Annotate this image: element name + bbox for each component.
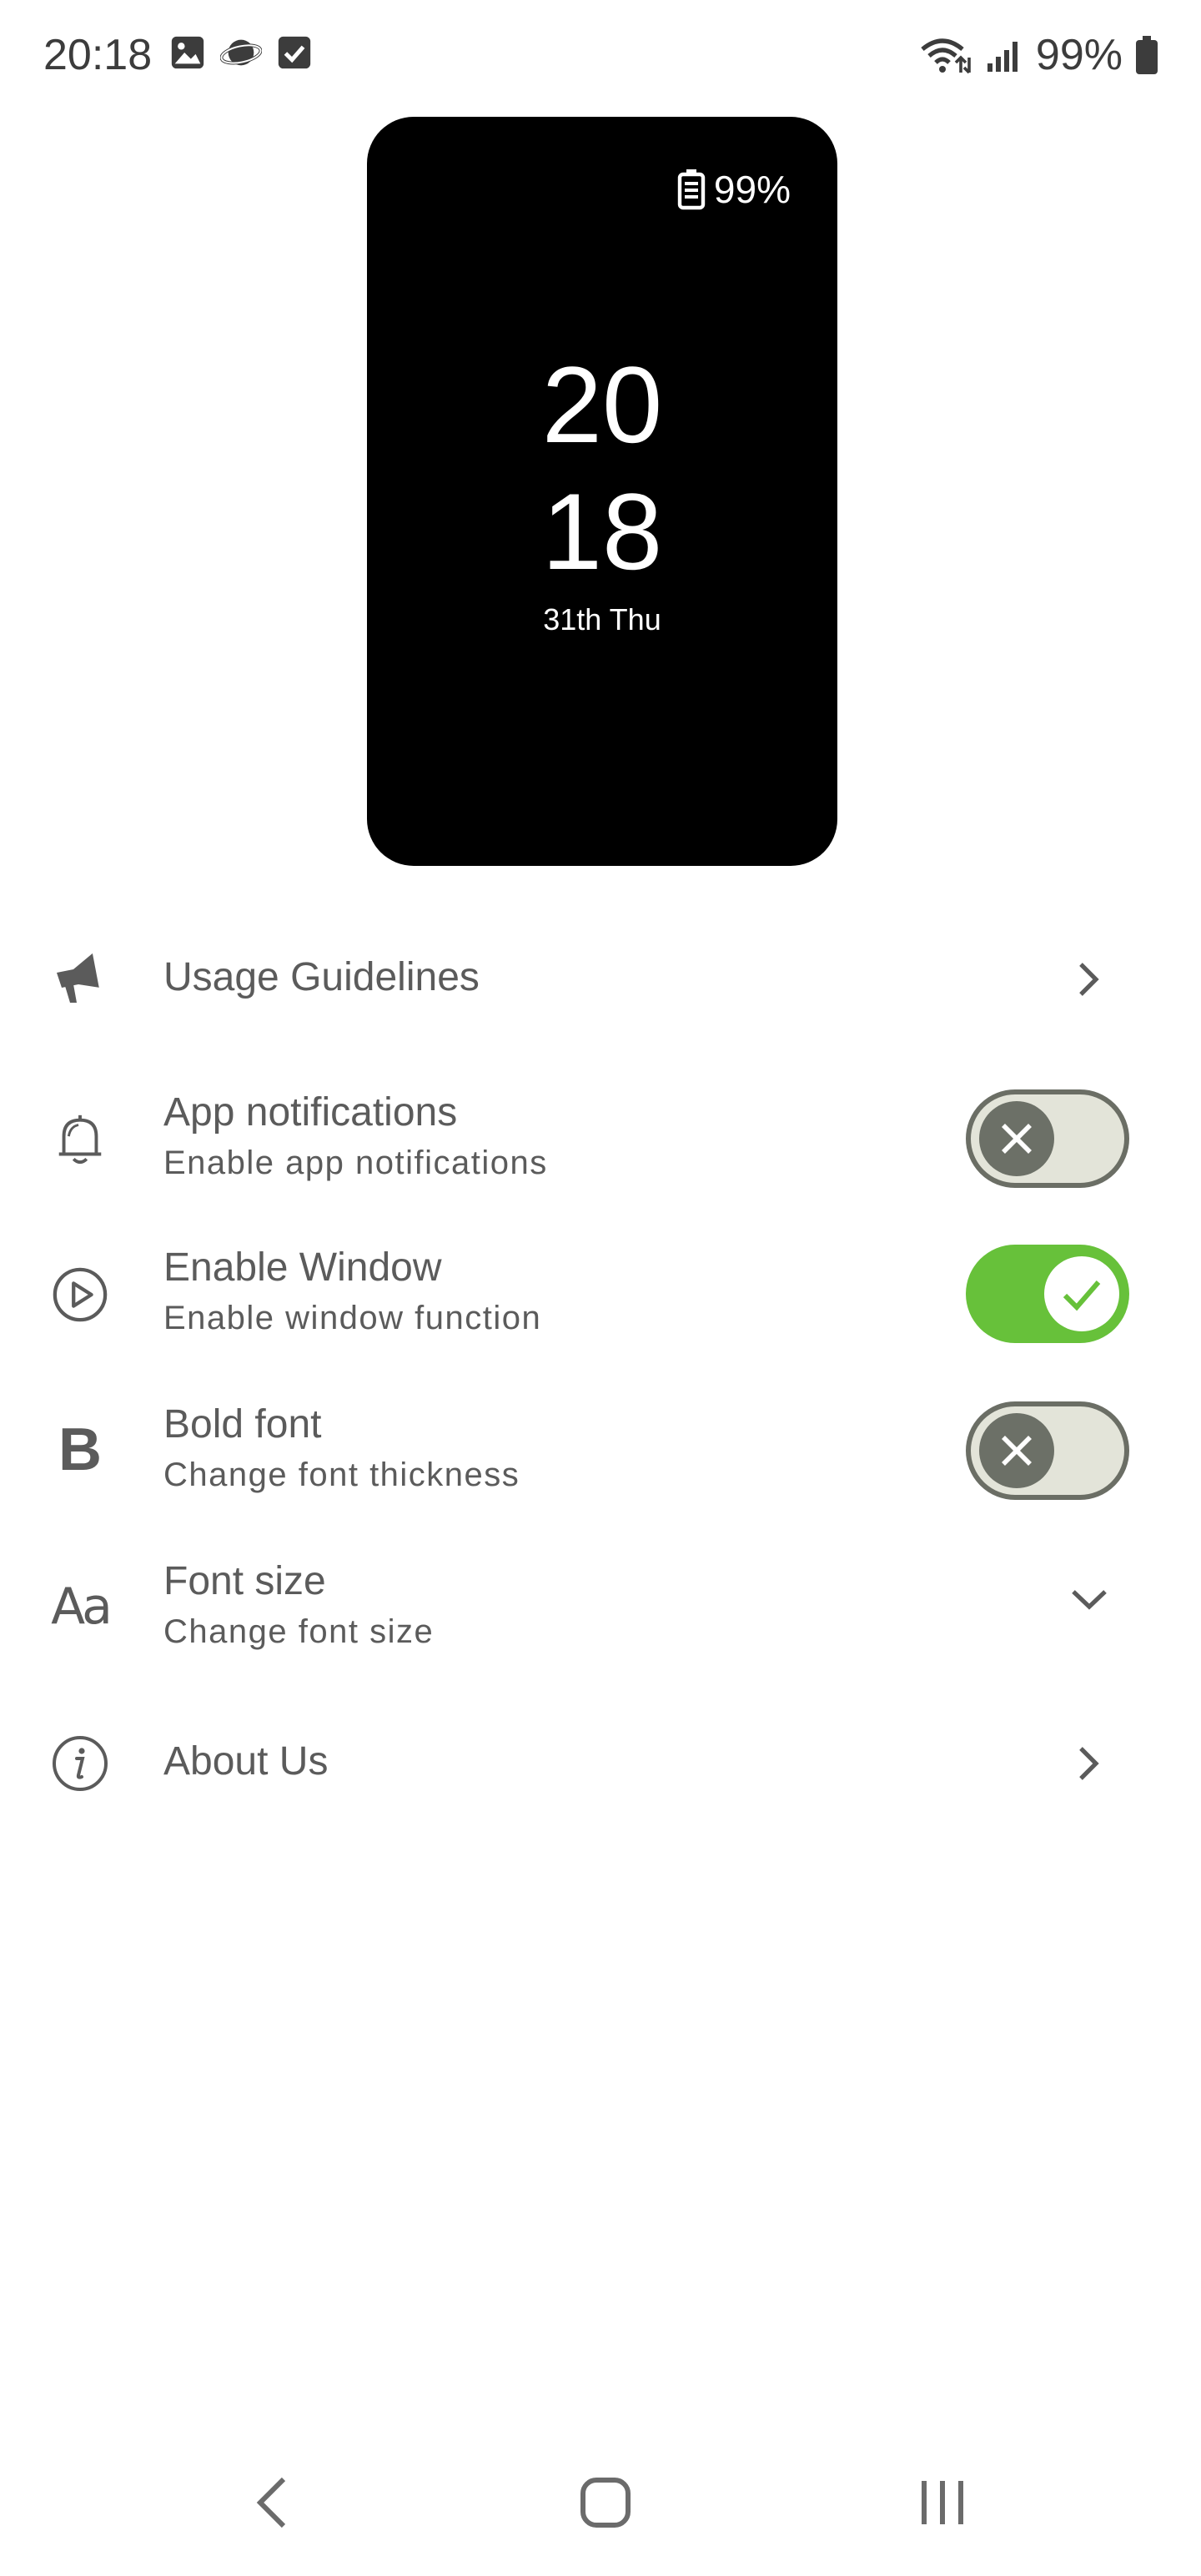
- status-bar: 20:18 99%: [0, 0, 1201, 110]
- wifi-icon: [921, 38, 971, 74]
- home-button[interactable]: [572, 2469, 639, 2536]
- close-icon: [1002, 1124, 1032, 1154]
- chevron-right-icon: [1073, 954, 1106, 1004]
- window-toggle[interactable]: [966, 1245, 1129, 1343]
- setting-about-us[interactable]: About Us: [0, 1693, 1201, 1835]
- bold-glyph: B: [58, 1416, 102, 1483]
- battery-outline-icon: [677, 169, 706, 210]
- checkbox-icon: [278, 36, 311, 69]
- recents-button[interactable]: [909, 2469, 976, 2536]
- setting-notifications-subtitle: Enable app notifications: [163, 1145, 548, 1181]
- setting-bold-subtitle: Change font thickness: [163, 1457, 520, 1493]
- setting-enable-window[interactable]: Enable Window Enable window function: [0, 1223, 1201, 1365]
- setting-notifications-title: App notifications: [163, 1090, 458, 1135]
- navigation-bar: [0, 2453, 1201, 2553]
- status-system-icons: 99%: [919, 25, 1158, 85]
- info-icon: [48, 1732, 112, 1795]
- planet-icon: [220, 39, 262, 66]
- preview-hours: 20: [541, 344, 663, 465]
- status-notification-icons: [168, 33, 314, 72]
- megaphone-icon: [48, 946, 112, 1009]
- setting-usage-guidelines[interactable]: Usage Guidelines: [0, 909, 1201, 1051]
- battery-icon: [1136, 36, 1158, 74]
- preview-date: 31th Thu: [543, 602, 661, 636]
- bold-toggle[interactable]: [966, 1401, 1129, 1500]
- notifications-toggle[interactable]: [966, 1089, 1129, 1188]
- setting-window-title: Enable Window: [163, 1245, 442, 1290]
- status-battery-percent: 99%: [1035, 31, 1123, 79]
- check-icon: [1063, 1280, 1101, 1311]
- setting-bold-title: Bold font: [163, 1402, 322, 1446]
- preview-minutes: 18: [541, 470, 663, 592]
- setting-app-notifications[interactable]: App notifications Enable app notificatio…: [0, 1068, 1201, 1210]
- signal-icon: [987, 42, 1018, 72]
- font-size-icon: Aa: [48, 1575, 113, 1638]
- chevron-down-icon[interactable]: [1066, 1575, 1113, 1625]
- toggle-knob: [979, 1101, 1054, 1176]
- setting-about-title: About Us: [163, 1739, 329, 1784]
- back-button[interactable]: [239, 2469, 305, 2536]
- play-icon: [48, 1263, 112, 1326]
- preview-battery-percent: 99%: [713, 168, 791, 211]
- clock-preview-card: 99% 20 18 31th Thu: [367, 117, 837, 866]
- toggle-knob: [979, 1413, 1054, 1488]
- setting-fontsize-title: Font size: [163, 1559, 326, 1603]
- setting-font-size[interactable]: Aa Font size Change font size: [0, 1537, 1201, 1678]
- toggle-knob: [1044, 1256, 1119, 1331]
- bold-icon: B: [48, 1416, 112, 1483]
- preview-battery: 99%: [677, 167, 791, 212]
- setting-usage-title: Usage Guidelines: [163, 955, 480, 999]
- setting-window-subtitle: Enable window function: [163, 1300, 542, 1336]
- bell-icon: [48, 1108, 112, 1171]
- recents-icon: [922, 2481, 963, 2524]
- close-icon: [1002, 1436, 1032, 1466]
- image-icon: [171, 36, 204, 69]
- setting-bold-font[interactable]: B Bold font Change font thickness: [0, 1380, 1201, 1522]
- back-icon: [256, 2477, 286, 2528]
- setting-fontsize-subtitle: Change font size: [163, 1613, 435, 1650]
- home-icon: [580, 2478, 631, 2528]
- chevron-right-icon: [1073, 1738, 1106, 1789]
- font-size-glyph: Aa: [51, 1577, 113, 1636]
- status-time: 20:18: [43, 31, 153, 79]
